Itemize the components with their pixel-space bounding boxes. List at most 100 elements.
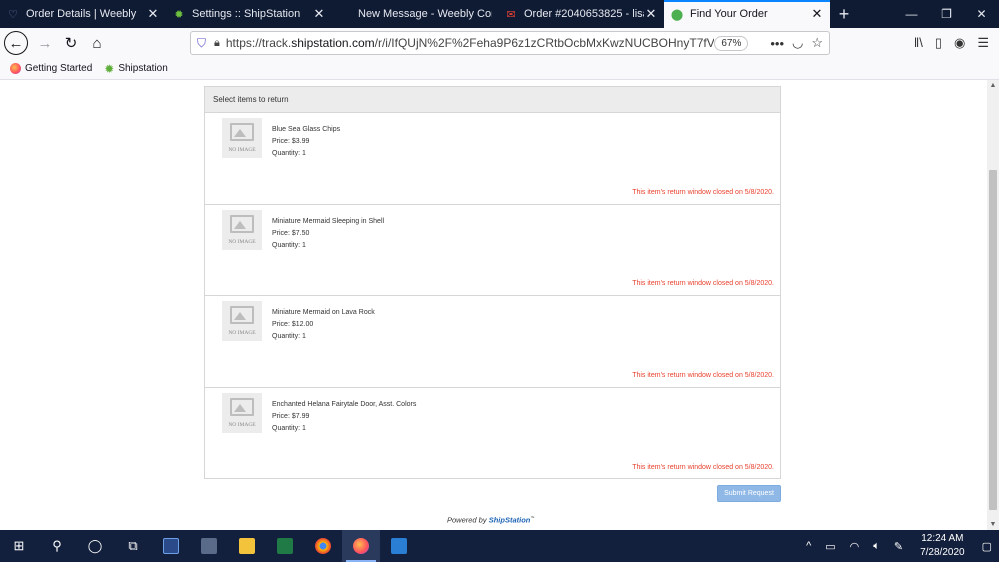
lock-icon[interactable]: 🔒︎ xyxy=(214,37,220,50)
zoom-level[interactable]: 67% xyxy=(714,35,749,51)
return-window-notice: This item's return window closed on 5/8/… xyxy=(632,188,774,196)
pen-icon[interactable]: ✎ xyxy=(894,540,903,553)
reload-button[interactable]: ↻ xyxy=(58,30,84,56)
navigation-bar: ← → ↻ ⌂ ⛉ 🔒︎ https://track.shipstation.c… xyxy=(0,28,999,58)
close-icon[interactable]: ✕ xyxy=(312,6,326,22)
page-content: Select items to return NO IMAGE Blue Sea… xyxy=(0,80,987,530)
close-icon[interactable]: ✕ xyxy=(644,6,658,22)
firefox-icon xyxy=(10,63,21,74)
item-quantity: Quantity: 1 xyxy=(272,424,306,432)
menu-icon[interactable]: ☰ xyxy=(977,35,989,51)
image-placeholder-icon xyxy=(230,397,254,416)
item-name: Miniature Mermaid Sleeping in Shell xyxy=(272,217,385,225)
return-window-notice: This item's return window closed on 5/8/… xyxy=(632,280,774,287)
forward-button[interactable]: → xyxy=(32,30,58,56)
no-image-placeholder: NO IMAGE xyxy=(222,118,262,158)
tab-label: Settings :: ShipStation xyxy=(192,8,301,20)
close-icon[interactable]: ✕ xyxy=(810,6,824,22)
weebly-icon: ♡ xyxy=(8,8,18,21)
url-text[interactable]: https://track.shipstation.com/r/i/IfQUjN… xyxy=(226,36,714,50)
close-window-icon[interactable]: ✕ xyxy=(964,0,999,28)
blank-icon xyxy=(338,7,352,21)
item-name: Enchanted Helana Fairytale Door, Asst. C… xyxy=(272,400,417,408)
wifi-icon[interactable]: ◠ xyxy=(850,540,860,553)
firefox-icon[interactable] xyxy=(342,530,380,562)
address-bar[interactable]: ⛉ 🔒︎ https://track.shipstation.com/r/i/I… xyxy=(190,31,830,55)
notifications-icon[interactable]: ▢ xyxy=(982,540,992,553)
return-window-notice: This item's return window closed on 5/8/… xyxy=(632,371,774,379)
scroll-up-icon[interactable]: ▲ xyxy=(987,82,999,89)
photos-icon[interactable] xyxy=(380,530,418,562)
return-item: NO IMAGE Blue Sea Glass Chips Price: $3.… xyxy=(205,113,780,205)
new-tab-button[interactable]: + xyxy=(830,0,858,28)
image-placeholder-icon xyxy=(230,306,254,324)
bookmark-shipstation[interactable]: ✹ Shipstation xyxy=(104,62,168,76)
page-actions-icon[interactable]: ••• xyxy=(770,36,784,51)
app-icon[interactable] xyxy=(152,530,190,562)
calculator-icon[interactable] xyxy=(190,530,228,562)
tab-find-your-order[interactable]: ⬤ Find Your Order ✕ xyxy=(664,0,830,28)
return-item: NO IMAGE Enchanted Helana Fairytale Door… xyxy=(205,388,780,480)
volume-icon[interactable]: 🔈︎ xyxy=(873,540,880,553)
image-placeholder-icon xyxy=(230,123,254,141)
system-tray: ^ ▭ ◠ 🔈︎ ✎ 12:24 AM 7/28/2020 ▢ xyxy=(799,532,999,560)
return-window-notice: This item's return window closed on 5/8/… xyxy=(632,464,774,471)
windows-taskbar: ⊞ ⚲ ◯ ⧉ ^ ▭ ◠ 🔈︎ ✎ 12:24 AM 7/28/2020 ▢ xyxy=(0,530,999,562)
panel-header: Select items to return xyxy=(205,87,780,113)
minimize-icon[interactable]: — xyxy=(894,0,929,28)
item-price: Price: $12.00 xyxy=(272,321,314,328)
restore-icon[interactable]: ❐ xyxy=(929,0,964,28)
item-price: Price: $7.50 xyxy=(272,229,310,237)
chrome-icon[interactable] xyxy=(304,530,342,562)
gmail-icon: ✉ xyxy=(506,8,516,21)
no-image-label: NO IMAGE xyxy=(228,238,256,245)
bookmark-label: Getting Started xyxy=(25,63,93,74)
chevron-up-icon[interactable]: ^ xyxy=(806,540,811,552)
bookmark-star-icon[interactable]: ☆ xyxy=(811,35,823,51)
tracking-protection-shield-icon[interactable]: ⛉ xyxy=(197,36,206,51)
tab-order-gmail[interactable]: ✉ Order #2040653825 - lisa@ti ✕ xyxy=(498,0,664,28)
back-button[interactable]: ← xyxy=(4,31,28,55)
no-image-label: NO IMAGE xyxy=(228,147,256,153)
clock[interactable]: 12:24 AM 7/28/2020 xyxy=(920,532,965,560)
account-icon[interactable]: ◉ xyxy=(954,35,965,51)
no-image-placeholder: NO IMAGE xyxy=(222,209,262,250)
excel-icon[interactable] xyxy=(266,530,304,562)
tab-label: New Message - Weebly Com xyxy=(358,8,492,20)
tab-label: Order #2040653825 - lisa@ti xyxy=(524,8,644,20)
tab-new-message-weebly[interactable]: New Message - Weebly Com xyxy=(332,0,498,28)
task-view-icon[interactable]: ⧉ xyxy=(114,530,152,562)
bookmark-label: Shipstation xyxy=(118,63,168,74)
shipstation-logo[interactable]: ShipStation xyxy=(489,516,531,525)
tab-settings-shipstation[interactable]: ✹ Settings :: ShipStation ✕ xyxy=(166,0,332,28)
location-pin-icon: ⬤ xyxy=(670,8,684,21)
scrollbar-thumb[interactable] xyxy=(989,170,997,510)
battery-icon[interactable]: ▭ xyxy=(825,540,835,553)
bookmark-getting-started[interactable]: Getting Started xyxy=(10,63,92,74)
item-price: Price: $3.99 xyxy=(272,138,310,145)
shipstation-gear-icon: ✹ xyxy=(104,61,115,76)
shipstation-gear-icon: ✹ xyxy=(174,8,184,21)
pocket-icon[interactable]: ◡ xyxy=(792,35,803,51)
home-icon[interactable]: ⌂ xyxy=(84,30,110,56)
file-explorer-icon[interactable] xyxy=(228,530,266,562)
close-icon[interactable]: ✕ xyxy=(146,6,160,22)
item-price: Price: $7.99 xyxy=(272,412,310,420)
no-image-label: NO IMAGE xyxy=(228,330,256,336)
clock-time: 12:24 AM xyxy=(921,533,964,544)
page-scrollbar[interactable]: ▲ ▼ xyxy=(987,80,999,530)
no-image-placeholder: NO IMAGE xyxy=(222,301,262,341)
image-placeholder-icon xyxy=(230,214,254,233)
scroll-down-icon[interactable]: ▼ xyxy=(987,521,999,528)
clock-date: 7/28/2020 xyxy=(920,547,965,558)
browser-tab-bar: ♡ Order Details | Weebly ✕ ✹ Settings ::… xyxy=(0,0,999,28)
sidebar-icon[interactable]: ▯ xyxy=(935,35,942,51)
library-icon[interactable]: ‖\ xyxy=(914,35,923,51)
submit-request-button[interactable]: Submit Request xyxy=(717,485,781,502)
windows-start-icon[interactable]: ⊞ xyxy=(0,530,38,562)
tab-order-details-weebly[interactable]: ♡ Order Details | Weebly ✕ xyxy=(0,0,166,28)
cortana-icon[interactable]: ◯ xyxy=(76,530,114,562)
item-quantity: Quantity: 1 xyxy=(272,150,306,157)
search-icon[interactable]: ⚲ xyxy=(38,530,76,562)
tab-label: Find Your Order xyxy=(690,8,768,20)
